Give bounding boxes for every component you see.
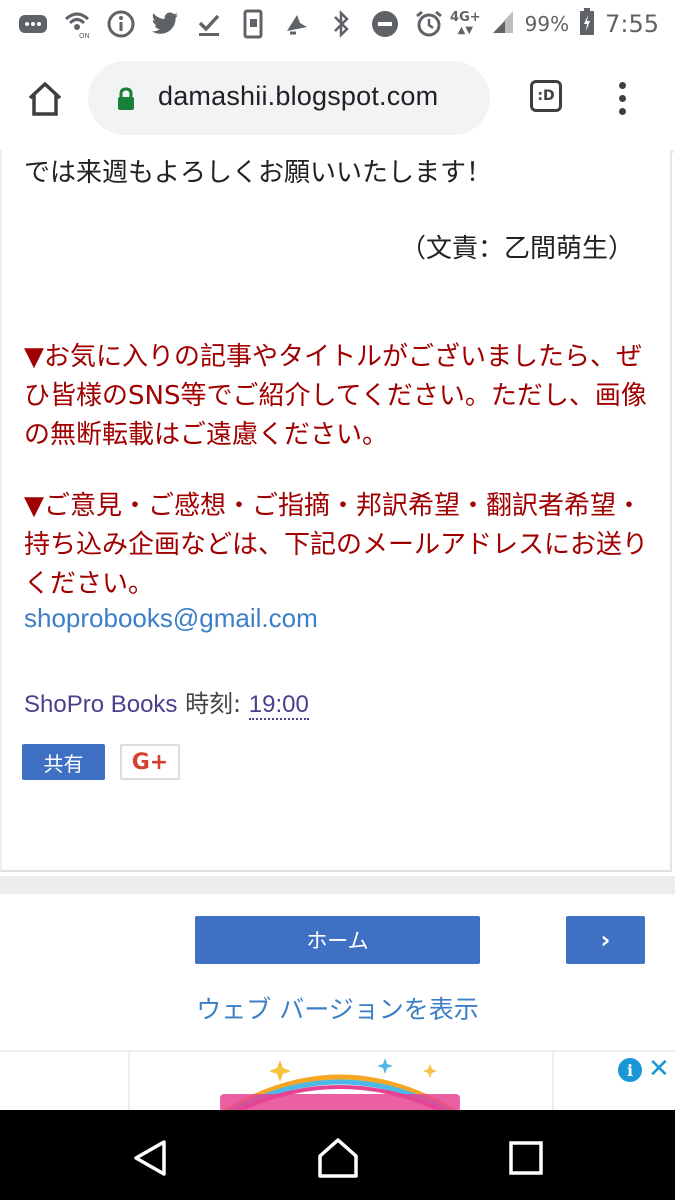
ad-close-icon[interactable]: ✕ [648,1054,670,1084]
web-version-link[interactable]: ウェブ バージョンを表示 [0,990,675,1026]
status-right: 4G+ ▲▼ 99% 7:55 [450,6,659,42]
back-icon[interactable] [130,1138,170,1178]
url-text[interactable]: damashii.blogspot.com [158,81,438,112]
download-done-icon [194,9,224,39]
ad-logo-graphic [220,1058,460,1112]
do-not-disturb-icon [370,9,400,39]
next-post-button[interactable]: › [566,916,645,964]
bluetooth-icon [326,9,356,39]
home-circle-icon[interactable] [316,1136,360,1180]
overflow-menu-icon[interactable] [610,82,634,118]
time-label: 時刻: [185,690,242,718]
lock-icon [116,87,136,115]
svg-text:ON: ON [79,32,90,39]
signal-icon [491,9,515,40]
ad-creative[interactable] [128,1052,554,1112]
screen-share-icon [238,9,268,39]
status-bar: ON 4G+ ▲▼ 99% 7:55 [0,0,675,48]
home-icon[interactable] [24,78,66,120]
browser-toolbar: damashii.blogspot.com :D [0,48,675,150]
address-bar[interactable]: damashii.blogspot.com [88,61,490,135]
alarm-icon [414,9,444,39]
chat-bubble-icon [18,9,48,39]
send-icon [282,9,312,39]
author-credit: （文責：乙間萌生） [399,234,634,264]
sns-notice: ▼お気に入りの記事やタイトルがございましたら、ぜひ皆様のSNS等でご紹介してくだ… [24,342,647,450]
wifi-calling-icon: ON [62,9,92,39]
email-link[interactable]: shoprobooks@gmail.com [24,603,318,634]
battery-percent: 99% [524,12,570,36]
notification-icons: ON [18,8,444,40]
share-button[interactable]: 共有 [22,744,105,780]
contact-notice: ▼ご意見・ご感想・ご指摘・邦訳希望・翻訳者希望・持ち込み企画などは、下記のメール… [24,491,649,599]
recents-icon[interactable] [508,1140,544,1176]
battery-icon [579,7,595,41]
system-nav-bar [0,1110,675,1200]
network-indicator: 4G+ ▲▼ [450,10,481,36]
author-link[interactable]: ShoPro Books [24,691,177,718]
clock: 7:55 [605,10,659,38]
post-card: では来週もよろしくお願いいたします！ （文責：乙間萌生） ▼お気に入りの記事やタ… [0,150,672,872]
twitter-icon [150,9,180,39]
info-icon [106,9,136,39]
google-plus-button[interactable]: G+ [120,744,180,780]
post-footer: ShoPro Books 時刻: 19:00 [24,684,309,720]
tab-switcher-button[interactable]: :D [530,80,562,112]
ad-banner: i ✕ [0,1050,675,1112]
section-divider [0,876,675,894]
ad-info-icon[interactable]: i [618,1058,642,1082]
home-button[interactable]: ホーム [195,916,480,964]
closing-line: では来週もよろしくお願いいたします！ [24,158,493,188]
post-time-link[interactable]: 19:00 [248,691,309,720]
